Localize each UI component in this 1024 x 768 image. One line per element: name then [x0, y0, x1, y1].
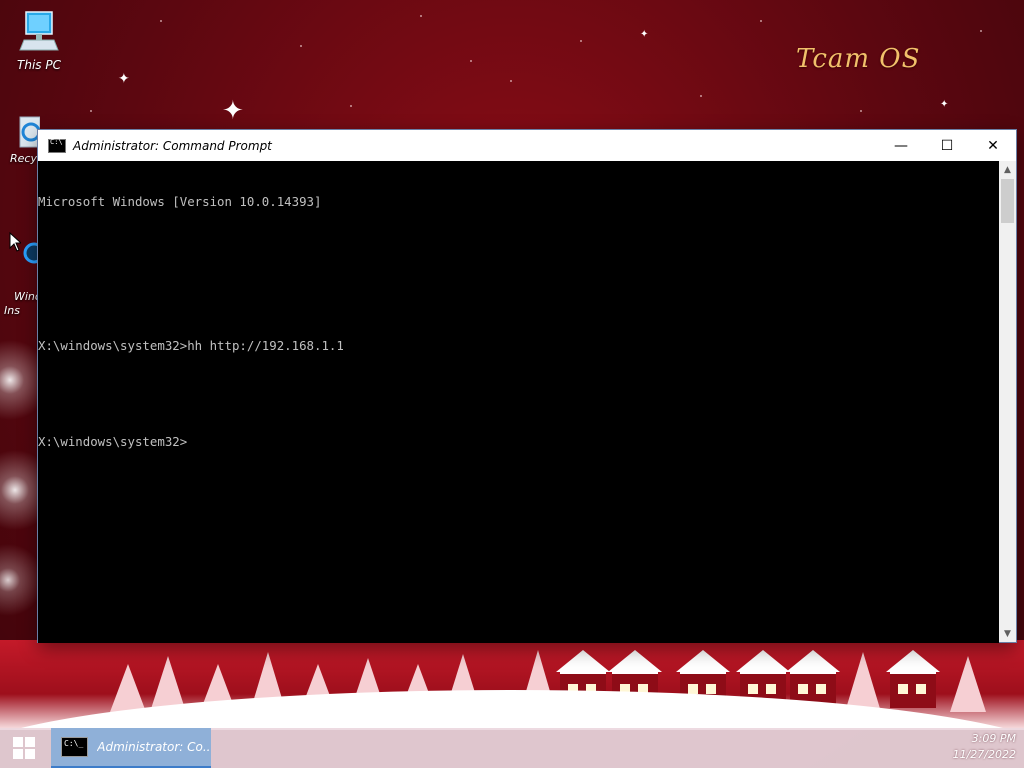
sparkle: ✦	[640, 29, 649, 40]
maximize-button[interactable]: ☐	[924, 130, 970, 161]
minimize-icon: —	[894, 137, 908, 154]
clock-date: 11/27/2022	[952, 748, 1016, 761]
sparkle: ✦	[940, 99, 949, 110]
desktop-icon-this-pc[interactable]: This PC	[4, 10, 74, 72]
minimize-button[interactable]: —	[878, 130, 924, 161]
windows-logo-icon	[13, 737, 35, 759]
vertical-scrollbar[interactable]: ▲ ▼	[999, 161, 1016, 642]
maximize-icon: ☐	[940, 137, 954, 154]
window-title: Administrator: Command Prompt	[73, 138, 272, 153]
computer-icon	[19, 11, 59, 51]
scroll-down-button[interactable]: ▼	[999, 625, 1016, 642]
console-output[interactable]: Microsoft Windows [Version 10.0.14393] X…	[38, 161, 999, 643]
taskbar-item-label: Administrator: Co...	[97, 740, 211, 754]
desktop-icon-label: Recyc	[10, 152, 40, 165]
recycle-bin-icon	[19, 116, 40, 148]
taskbar: Administrator: Co... 3:09 PM 11/27/2022	[0, 728, 1024, 768]
scroll-up-button[interactable]: ▲	[999, 161, 1016, 178]
window-titlebar[interactable]: Administrator: Command Prompt — ☐ ✕	[38, 130, 1016, 161]
desktop: ✦ ✦ ✦ ✦ Tcam OS This PC Recyc Wind Ins C…	[0, 0, 1024, 768]
system-clock[interactable]: 3:09 PM 11/27/2022	[953, 731, 1016, 763]
clock-time: 3:09 PM	[971, 732, 1016, 745]
console-line: Microsoft Windows [Version 10.0.14393]	[38, 194, 322, 209]
start-button[interactable]	[0, 728, 48, 768]
taskbar-item-command-prompt[interactable]: Administrator: Co...	[51, 728, 211, 768]
sparkle: ✦	[222, 96, 244, 126]
brand-logo-text: Tcam OS	[796, 44, 921, 74]
command-prompt-window[interactable]: Administrator: Command Prompt — ☐ ✕ Micr…	[38, 130, 1016, 643]
close-icon: ✕	[987, 137, 999, 154]
console-line: X:\windows\system32>hh http://192.168.1.…	[38, 338, 344, 353]
close-button[interactable]: ✕	[970, 130, 1016, 161]
command-prompt-icon	[61, 737, 89, 757]
desktop-icon-label: Wind Ins	[4, 290, 40, 317]
winter-village-scene	[0, 640, 1024, 730]
scroll-thumb[interactable]	[1001, 179, 1014, 223]
command-prompt-icon	[48, 138, 66, 153]
sparkle: ✦	[118, 71, 130, 87]
mouse-cursor-icon	[9, 232, 21, 252]
desktop-icon-recycle-bin[interactable]: Recyc	[4, 113, 40, 165]
console-prompt: X:\windows\system32>	[38, 434, 188, 449]
desktop-icon-label: This PC	[17, 58, 61, 72]
